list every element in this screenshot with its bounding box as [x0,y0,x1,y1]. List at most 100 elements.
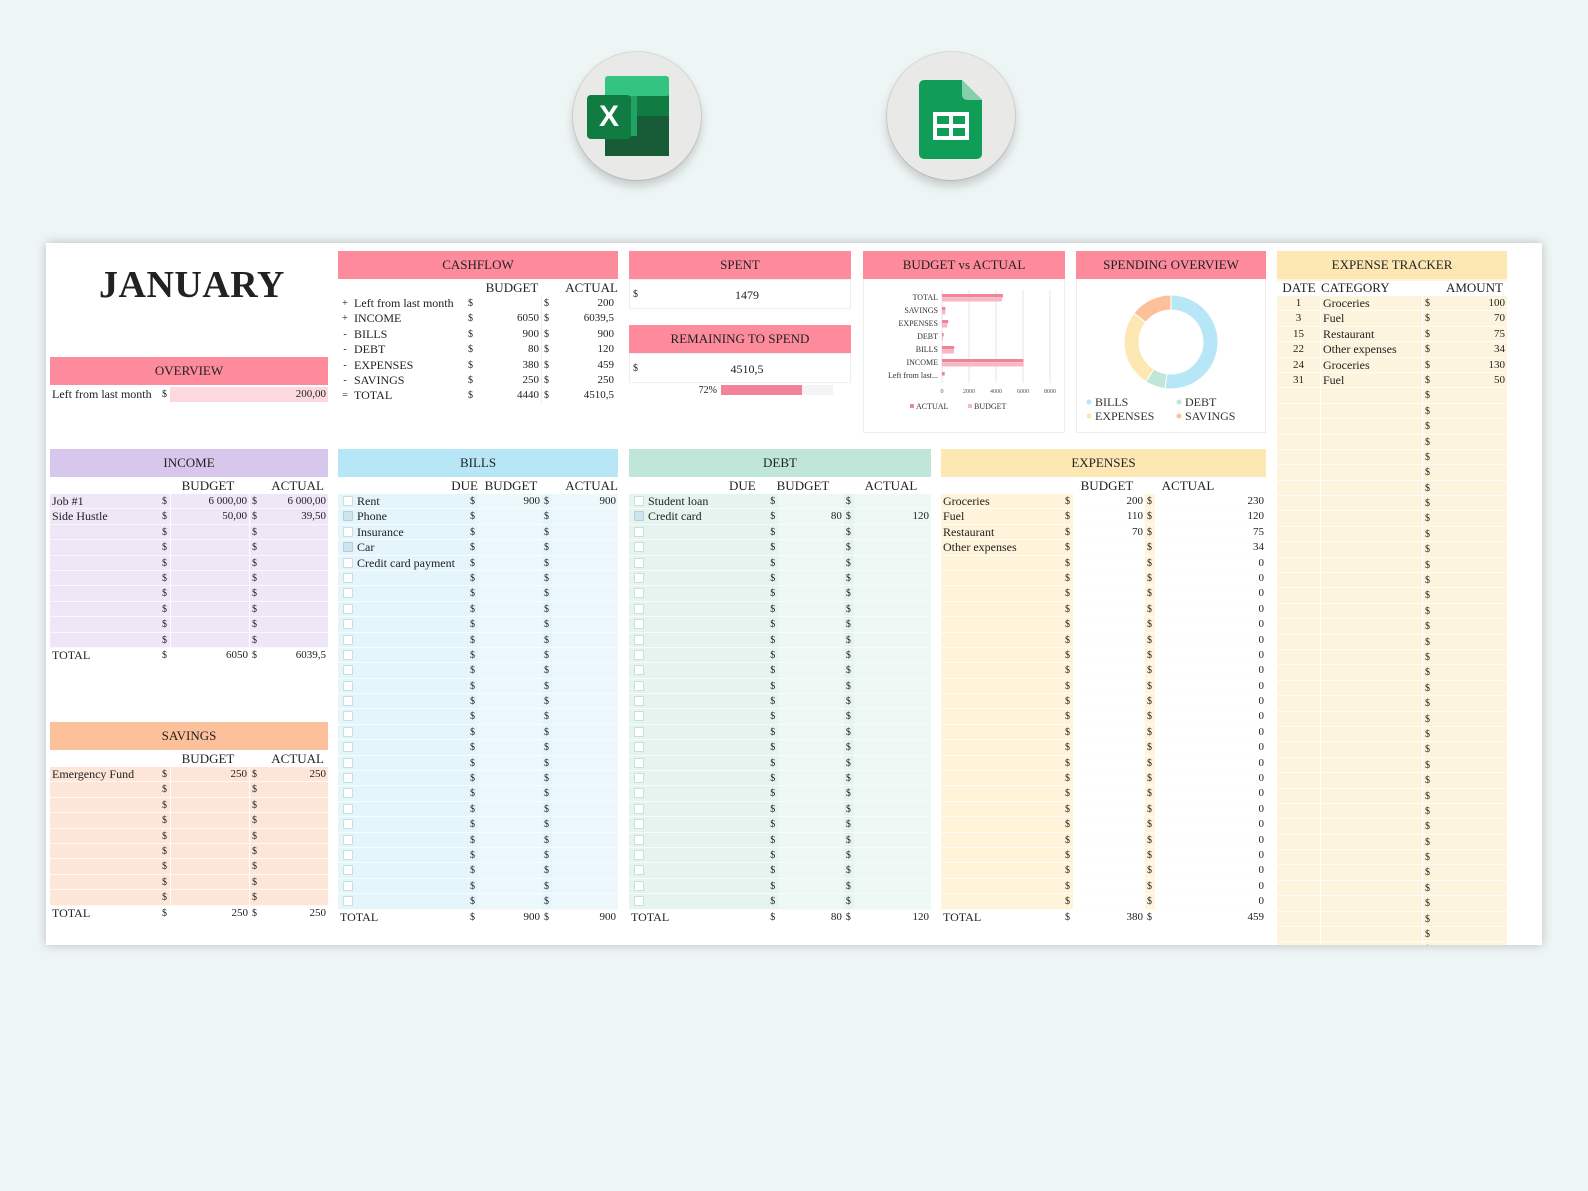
tracker-amount[interactable]: 75 [1433,327,1507,341]
bills-actual[interactable] [552,786,618,801]
tracker-category[interactable]: Other expenses [1321,342,1423,357]
debt-actual[interactable] [853,632,931,647]
debt-due[interactable] [735,679,768,693]
tracker-amount[interactable] [1433,865,1507,879]
savings-actual[interactable]: 250 [260,767,328,781]
tracker-date[interactable] [1277,526,1321,542]
savings-actual[interactable] [260,859,328,873]
tracker-date[interactable] [1277,726,1321,742]
cashflow-actual[interactable]: 6039,5 [552,311,616,325]
expenses-budget[interactable]: 70 [1073,524,1145,540]
debt-actual[interactable] [853,894,931,909]
tracker-date[interactable] [1277,865,1321,880]
expenses-label[interactable] [941,694,1063,708]
expenses-budget[interactable] [1073,678,1145,694]
debt-budget[interactable] [778,724,844,740]
income-actual[interactable] [260,586,328,600]
debt-actual[interactable] [853,694,931,709]
expenses-budget[interactable] [1073,740,1145,755]
bills-paid-checkbox[interactable] [343,819,353,830]
bills-budget[interactable] [478,709,542,724]
debt-due[interactable] [735,602,768,616]
debt-paid-checkbox[interactable] [634,496,644,506]
debt-budget[interactable] [778,740,844,755]
tracker-date[interactable] [1277,634,1321,649]
income-budget[interactable] [170,570,250,586]
income-budget[interactable] [170,555,250,570]
bills-budget[interactable] [478,847,542,863]
tracker-category[interactable] [1321,757,1423,773]
expenses-budget[interactable] [1073,632,1145,647]
tracker-date[interactable] [1277,511,1321,526]
expenses-budget[interactable] [1073,817,1145,832]
debt-budget[interactable] [778,694,844,709]
debt-actual[interactable] [853,832,931,847]
tracker-date[interactable] [1277,649,1321,665]
cashflow-budget[interactable]: 250 [476,372,542,388]
debt-budget[interactable] [778,771,844,786]
income-label[interactable] [50,525,160,539]
debt-paid-checkbox[interactable] [634,588,644,599]
income-label[interactable] [50,540,160,554]
cashflow-actual[interactable]: 459 [552,358,616,372]
expenses-budget[interactable] [1073,863,1145,878]
bills-actual[interactable] [552,755,618,771]
expenses-budget[interactable] [1073,847,1145,863]
bills-budget[interactable] [478,786,542,801]
expenses-budget[interactable] [1073,663,1145,678]
tracker-date[interactable] [1277,788,1321,803]
bills-paid-checkbox[interactable] [343,711,353,722]
debt-due[interactable] [735,894,768,908]
tracker-date[interactable] [1277,680,1321,696]
debt-budget[interactable] [778,878,844,894]
debt-paid-checkbox[interactable] [634,757,644,768]
tracker-date[interactable] [1277,834,1321,850]
tracker-category[interactable] [1321,449,1423,465]
income-actual[interactable] [260,540,328,554]
tracker-amount[interactable] [1433,573,1507,587]
tracker-amount[interactable] [1433,650,1507,664]
debt-budget[interactable] [778,894,844,909]
tracker-date[interactable] [1277,403,1321,419]
debt-due[interactable] [735,540,768,554]
income-budget[interactable]: 6 000,00 [170,494,250,509]
tracker-date[interactable] [1277,388,1321,403]
tracker-category[interactable] [1321,927,1423,942]
debt-paid-checkbox[interactable] [634,711,644,722]
tracker-category[interactable]: Groceries [1321,357,1423,372]
debt-budget[interactable] [778,555,844,570]
bills-actual[interactable] [552,847,618,863]
savings-budget[interactable] [170,813,250,828]
income-budget[interactable] [170,524,250,540]
tracker-amount[interactable] [1433,835,1507,849]
tracker-category[interactable] [1321,742,1423,757]
bills-budget[interactable] [478,771,542,786]
savings-budget[interactable] [170,874,250,890]
expenses-label[interactable]: Fuel [941,509,1063,523]
tracker-amount[interactable] [1433,527,1507,541]
bills-paid-checkbox[interactable] [343,511,353,522]
debt-budget[interactable] [778,817,844,832]
tracker-date[interactable] [1277,757,1321,773]
bills-paid-checkbox[interactable] [343,649,353,660]
debt-actual[interactable] [853,786,931,801]
debt-budget[interactable] [778,663,844,678]
tracker-date[interactable]: 31 [1277,372,1321,388]
tracker-amount[interactable] [1433,773,1507,787]
tracker-amount[interactable] [1433,435,1507,449]
savings-label[interactable] [50,798,160,812]
debt-budget[interactable] [778,709,844,724]
savings-label[interactable] [50,844,160,858]
tracker-amount[interactable]: 50 [1433,373,1507,387]
debt-due[interactable] [735,494,768,508]
expenses-budget[interactable] [1073,601,1145,617]
savings-label[interactable] [50,875,160,889]
bills-budget[interactable]: 900 [478,494,542,509]
tracker-category[interactable]: Fuel [1321,372,1423,388]
debt-paid-checkbox[interactable] [634,665,644,676]
expenses-budget[interactable] [1073,570,1145,586]
tracker-category[interactable] [1321,619,1423,634]
debt-budget[interactable] [778,647,844,663]
tracker-category[interactable] [1321,557,1423,573]
bills-paid-checkbox[interactable] [343,696,353,707]
